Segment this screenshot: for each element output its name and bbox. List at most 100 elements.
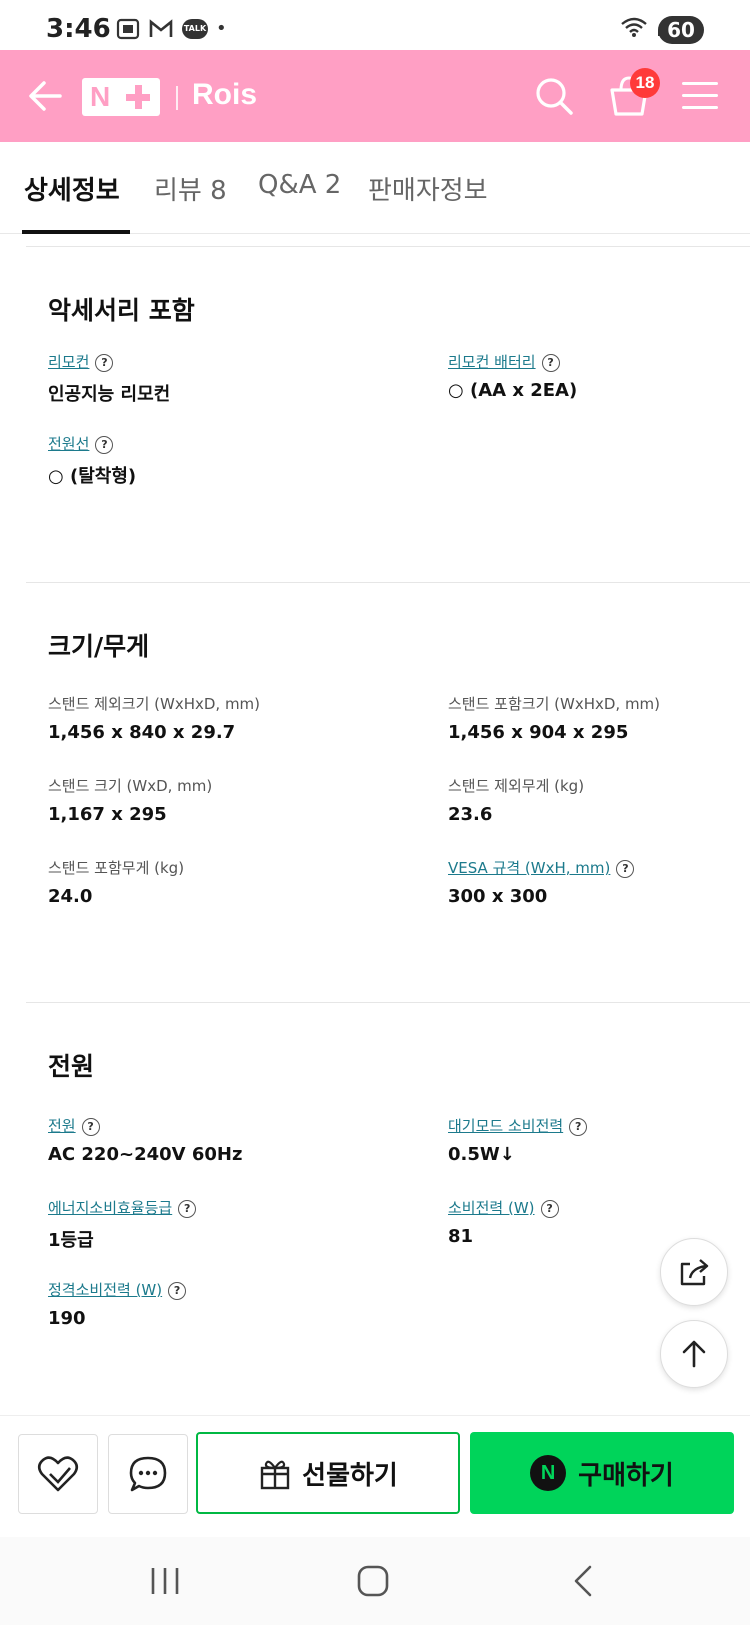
kakaotalk-notification-icon: TALK [182, 19, 208, 39]
tab-seller-info[interactable]: 판매자정보 [368, 170, 488, 207]
gift-icon [260, 1460, 290, 1490]
spec-label-link[interactable]: 전원? [48, 1115, 242, 1136]
spec-label: 스탠드 포함무게 (kg) [48, 859, 185, 877]
spec-label-text: 전원 [48, 1117, 76, 1135]
spec-label-link[interactable]: 정격소비전력 (W)? [48, 1279, 187, 1300]
spec-value: 1,456 x 904 x 295 [448, 722, 629, 743]
recent-apps-button[interactable] [140, 1559, 190, 1603]
naver-plus-logo[interactable]: N [82, 78, 160, 116]
tab-qna[interactable]: Q&A 2 [258, 170, 341, 200]
active-tab-indicator [22, 230, 130, 234]
help-icon[interactable]: ? [540, 1199, 559, 1218]
back-button[interactable] [24, 74, 68, 118]
share-button[interactable] [660, 1238, 728, 1306]
spec-label-text: 전원선 [48, 435, 90, 453]
spec-value: 0.5W↓ [448, 1144, 515, 1165]
product-tabs: 상세정보 리뷰 8 Q&A 2 판매자정보 [0, 142, 750, 234]
accessories-section: 악세서리 포함 리모컨? 인공지능 리모컨 리모컨 배터리? ○ (AA x 2… [26, 246, 750, 582]
spec-value: 1,456 x 840 x 29.7 [48, 722, 236, 743]
spec-size-with-stand: 스탠드 포함크기 (WxHxD, mm) 1,456 x 904 x 295 [448, 693, 660, 743]
spec-label: 스탠드 포함크기 (WxHxD, mm) [448, 695, 661, 713]
chat-icon [129, 1456, 167, 1492]
spec-value: 24.0 [48, 886, 93, 907]
help-icon[interactable]: ? [95, 353, 114, 372]
home-icon [357, 1565, 389, 1597]
spec-label-text: 정격소비전력 (W) [48, 1281, 163, 1299]
wishlist-button[interactable] [18, 1434, 98, 1514]
spec-label-text: VESA 규격 (WxH, mm) [448, 859, 611, 877]
spec-label-text: 에너지소비효율등급 [48, 1199, 173, 1217]
spec-label-link[interactable]: 소비전력 (W)? [448, 1197, 559, 1218]
spec-label-text: 리모컨 [48, 353, 90, 371]
system-nav-bar [0, 1537, 750, 1625]
scroll-top-button[interactable] [660, 1320, 728, 1388]
help-icon[interactable]: ? [95, 435, 114, 454]
spec-label-link[interactable]: 에너지소비효율등급? [48, 1197, 197, 1218]
arrow-left-icon [29, 81, 62, 111]
help-icon[interactable]: ? [81, 1117, 100, 1136]
search-button[interactable] [532, 74, 576, 118]
tab-detail-info[interactable]: 상세정보 [24, 170, 120, 207]
spec-label-text: 리모컨 배터리 [448, 353, 536, 371]
battery-indicator: 60 [658, 16, 704, 44]
spec-value: 인공지능 리모컨 [48, 384, 171, 405]
buy-button[interactable]: N 구매하기 [470, 1432, 734, 1514]
notification-icons: TALK • [116, 18, 227, 40]
size-weight-section: 크기/무게 스탠드 제외크기 (WxHxD, mm) 1,456 x 840 x… [26, 582, 750, 1002]
gmail-notification-icon [149, 19, 173, 37]
spec-power-cord: 전원선? ○ (탈착형) [48, 433, 136, 488]
gallery-notification-icon [116, 18, 140, 40]
spec-value: 23.6 [448, 804, 493, 825]
spec-label: 스탠드 제외무게 (kg) [448, 777, 585, 795]
spec-value: 1,167 x 295 [48, 804, 167, 825]
chat-button[interactable] [108, 1434, 188, 1514]
store-header: N Rois 18 [0, 50, 750, 142]
spec-weight-with-stand: 스탠드 포함무게 (kg) 24.0 [48, 857, 184, 907]
help-icon[interactable]: ? [569, 1117, 588, 1136]
recent-apps-icon [151, 1568, 179, 1594]
spec-value: 190 [48, 1308, 86, 1329]
spec-value: 1등급 [48, 1230, 94, 1251]
gift-label: 선물하기 [302, 1460, 398, 1491]
spec-label: 스탠드 제외크기 (WxHxD, mm) [48, 695, 261, 713]
spec-label-link[interactable]: 리모컨? [48, 351, 170, 372]
search-icon [536, 78, 573, 115]
spec-rated-power: 정격소비전력 (W)? 190 [48, 1279, 187, 1329]
spec-power-consumption: 소비전력 (W)? 81 [448, 1197, 559, 1247]
spec-energy-grade: 에너지소비효율등급? 1등급 [48, 1197, 197, 1252]
spec-value: 300 x 300 [448, 886, 548, 907]
hamburger-icon [682, 82, 718, 85]
spec-label: 스탠드 크기 (WxD, mm) [48, 777, 213, 795]
spec-label-link[interactable]: VESA 규격 (WxH, mm)? [448, 857, 635, 878]
spec-vesa: VESA 규격 (WxH, mm)? 300 x 300 [448, 857, 635, 907]
power-section: 전원 전원? AC 220~240V 60Hz 대기모드 소비전력? 0.5W↓… [26, 1002, 750, 1402]
home-button[interactable] [348, 1559, 398, 1603]
purchase-bar: 선물하기 N 구매하기 [0, 1415, 750, 1537]
gift-button[interactable]: 선물하기 [196, 1432, 460, 1514]
spec-power: 전원? AC 220~240V 60Hz [48, 1115, 242, 1165]
share-icon [680, 1259, 709, 1286]
section-title: 악세서리 포함 [48, 296, 195, 325]
help-icon[interactable]: ? [178, 1199, 197, 1218]
spec-remote: 리모컨? 인공지능 리모컨 [48, 351, 170, 406]
hamburger-icon-line [682, 94, 718, 97]
spec-size-without-stand: 스탠드 제외크기 (WxHxD, mm) 1,456 x 840 x 29.7 [48, 693, 260, 743]
spec-label-link[interactable]: 대기모드 소비전력? [448, 1115, 588, 1136]
status-time: 3:46 [46, 14, 111, 44]
tab-reviews[interactable]: 리뷰 8 [154, 170, 227, 207]
logo-divider [176, 86, 178, 110]
store-name[interactable]: Rois [192, 78, 257, 112]
system-back-button[interactable] [560, 1559, 610, 1603]
spec-value: AC 220~240V 60Hz [48, 1144, 243, 1165]
help-icon[interactable]: ? [168, 1281, 187, 1300]
menu-button[interactable] [680, 78, 720, 114]
spec-label-link[interactable]: 전원선? [48, 433, 136, 454]
help-icon[interactable]: ? [616, 859, 635, 878]
spec-weight-without-stand: 스탠드 제외무게 (kg) 23.6 [448, 775, 584, 825]
section-title: 전원 [48, 1052, 95, 1081]
section-title: 크기/무게 [48, 632, 150, 661]
spec-label-link[interactable]: 리모컨 배터리? [448, 351, 577, 372]
spec-value: ○ (AA x 2EA) [448, 380, 578, 401]
spec-standby-power: 대기모드 소비전력? 0.5W↓ [448, 1115, 588, 1165]
help-icon[interactable]: ? [541, 353, 560, 372]
